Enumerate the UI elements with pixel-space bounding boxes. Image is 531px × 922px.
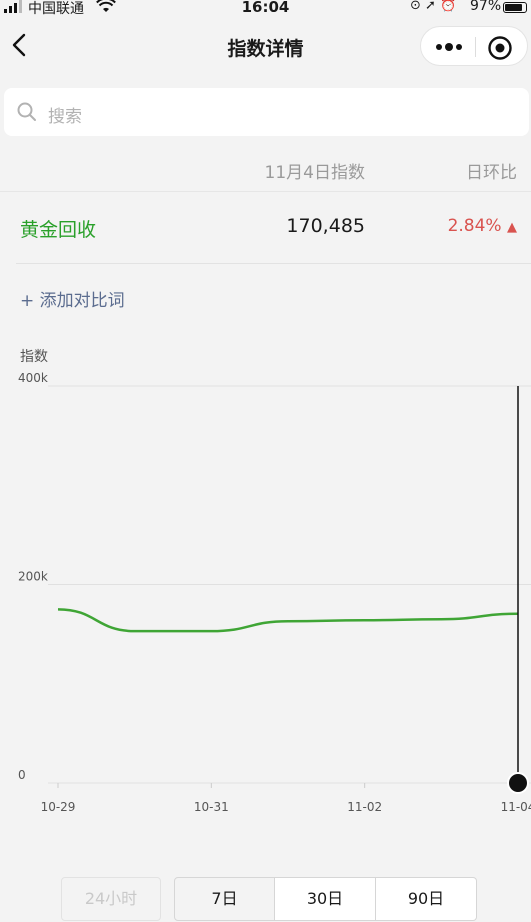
navigation-bar: 指数详情: [0, 20, 531, 72]
y-tick-label: 400k: [18, 371, 48, 385]
battery-percent: 97%: [470, 0, 502, 14]
tab-30d[interactable]: 30日: [275, 877, 376, 921]
arrow-up-icon: ▲: [507, 220, 517, 235]
table-row[interactable]: 黄金回收 170,485 2.84% ▲: [0, 193, 531, 265]
search-icon: [17, 102, 36, 121]
location-icon: ➚: [425, 0, 436, 13]
tab-90d[interactable]: 90日: [376, 877, 477, 921]
alarm-icon: ⏰: [440, 0, 457, 13]
series-line: [57, 608, 519, 633]
y-tick-label: 200k: [18, 570, 48, 584]
more-icon[interactable]: [431, 37, 467, 57]
trend-chart[interactable]: 指数 400k200k010-2910-3111-0211-04: [0, 340, 531, 830]
tab-7d[interactable]: 7日: [174, 877, 275, 921]
change-value: 2.84% ▲: [447, 216, 517, 236]
orientation-lock-icon: ⊙: [410, 0, 421, 13]
close-target-icon[interactable]: [487, 35, 513, 61]
cursor-handle[interactable]: [507, 772, 529, 794]
tab-24h[interactable]: 24小时: [61, 877, 161, 921]
divider: [16, 263, 531, 264]
header-change: 日环比: [466, 163, 517, 183]
chart-svg: 400k 200k 0 10-29 10-31 11-02 11-04: [18, 371, 531, 814]
capsule-divider: [475, 37, 476, 57]
mini-program-capsule: [420, 26, 528, 66]
y-tick-label: 0: [18, 768, 26, 782]
x-tick-label: 10-29: [41, 800, 76, 814]
x-tick-label: 11-02: [347, 800, 382, 814]
search-input[interactable]: 搜索: [4, 88, 529, 136]
keyword-label: 黄金回收: [20, 219, 97, 241]
header-index: 11月4日指数: [264, 163, 365, 183]
index-value: 170,485: [286, 215, 365, 237]
status-bar: 中国联通 16:04 ⊙ ➚ ⏰ 97%: [0, 0, 531, 20]
x-tick-label: 11-04: [501, 800, 531, 814]
add-compare-button[interactable]: + 添加对比词: [20, 286, 125, 311]
x-tick-label: 10-31: [194, 800, 229, 814]
battery-icon: [503, 2, 527, 13]
table-header: 11月4日指数 日环比: [0, 144, 531, 192]
status-icons: ⊙ ➚ ⏰: [410, 0, 456, 13]
search-placeholder: 搜索: [48, 107, 82, 127]
